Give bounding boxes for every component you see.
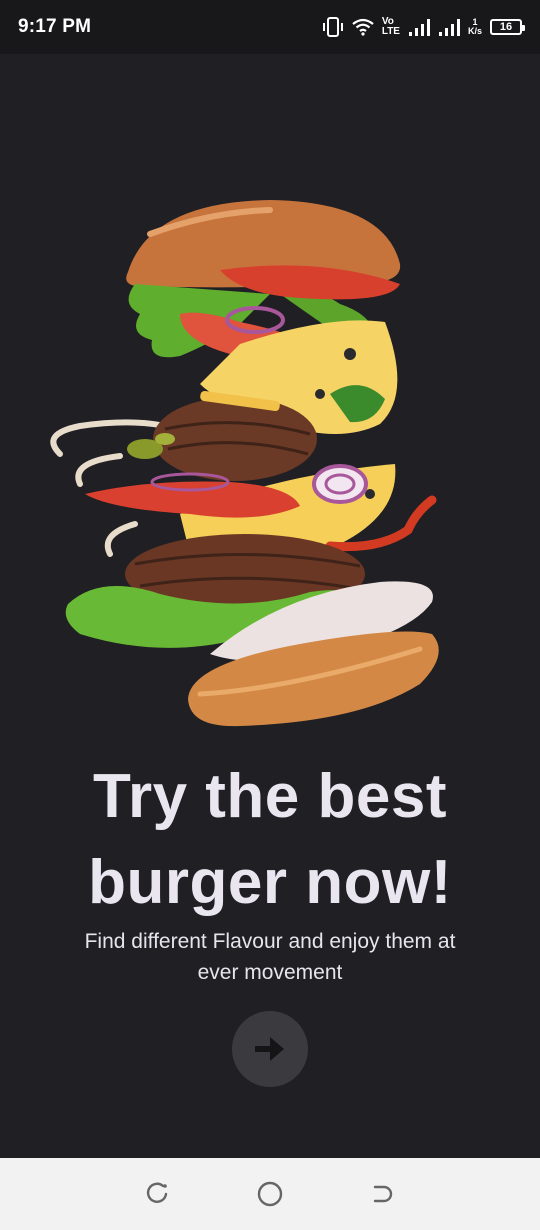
system-nav-bar — [0, 1158, 540, 1230]
volte-indicator: Vo LTE — [382, 17, 400, 37]
signal-icon-2 — [438, 19, 460, 36]
wifi-icon — [352, 18, 374, 36]
volte-bottom: LTE — [381, 26, 400, 37]
onboarding-screen: Try the best burger now! Find different … — [0, 54, 540, 1158]
network-speed: 1 K/s — [468, 18, 482, 36]
battery-level: 16 — [499, 21, 513, 33]
headline: Try the best burger now! — [88, 762, 452, 917]
status-icons: Vo LTE 1 K/s 16 — [322, 17, 525, 37]
status-time: 9:17 PM — [18, 16, 92, 37]
network-speed-unit: K/s — [467, 26, 482, 36]
back-icon — [374, 1185, 393, 1203]
arrow-right-icon — [255, 1037, 284, 1061]
subtitle: Find different Flavour and enjoy them at… — [84, 930, 456, 984]
recent-apps-icon — [146, 1182, 167, 1203]
home-icon — [257, 1181, 283, 1207]
recent-apps-button[interactable] — [137, 1174, 177, 1214]
signal-icon — [408, 19, 430, 36]
burger-illustration — [50, 200, 439, 727]
battery-icon: 16 — [490, 19, 525, 35]
status-bar: 9:17 PM Vo LTE 1 K/s 16 — [0, 0, 540, 54]
vibrate-icon — [322, 17, 343, 37]
home-button[interactable] — [250, 1174, 290, 1214]
next-button[interactable] — [232, 1011, 308, 1087]
back-button[interactable] — [363, 1174, 403, 1214]
